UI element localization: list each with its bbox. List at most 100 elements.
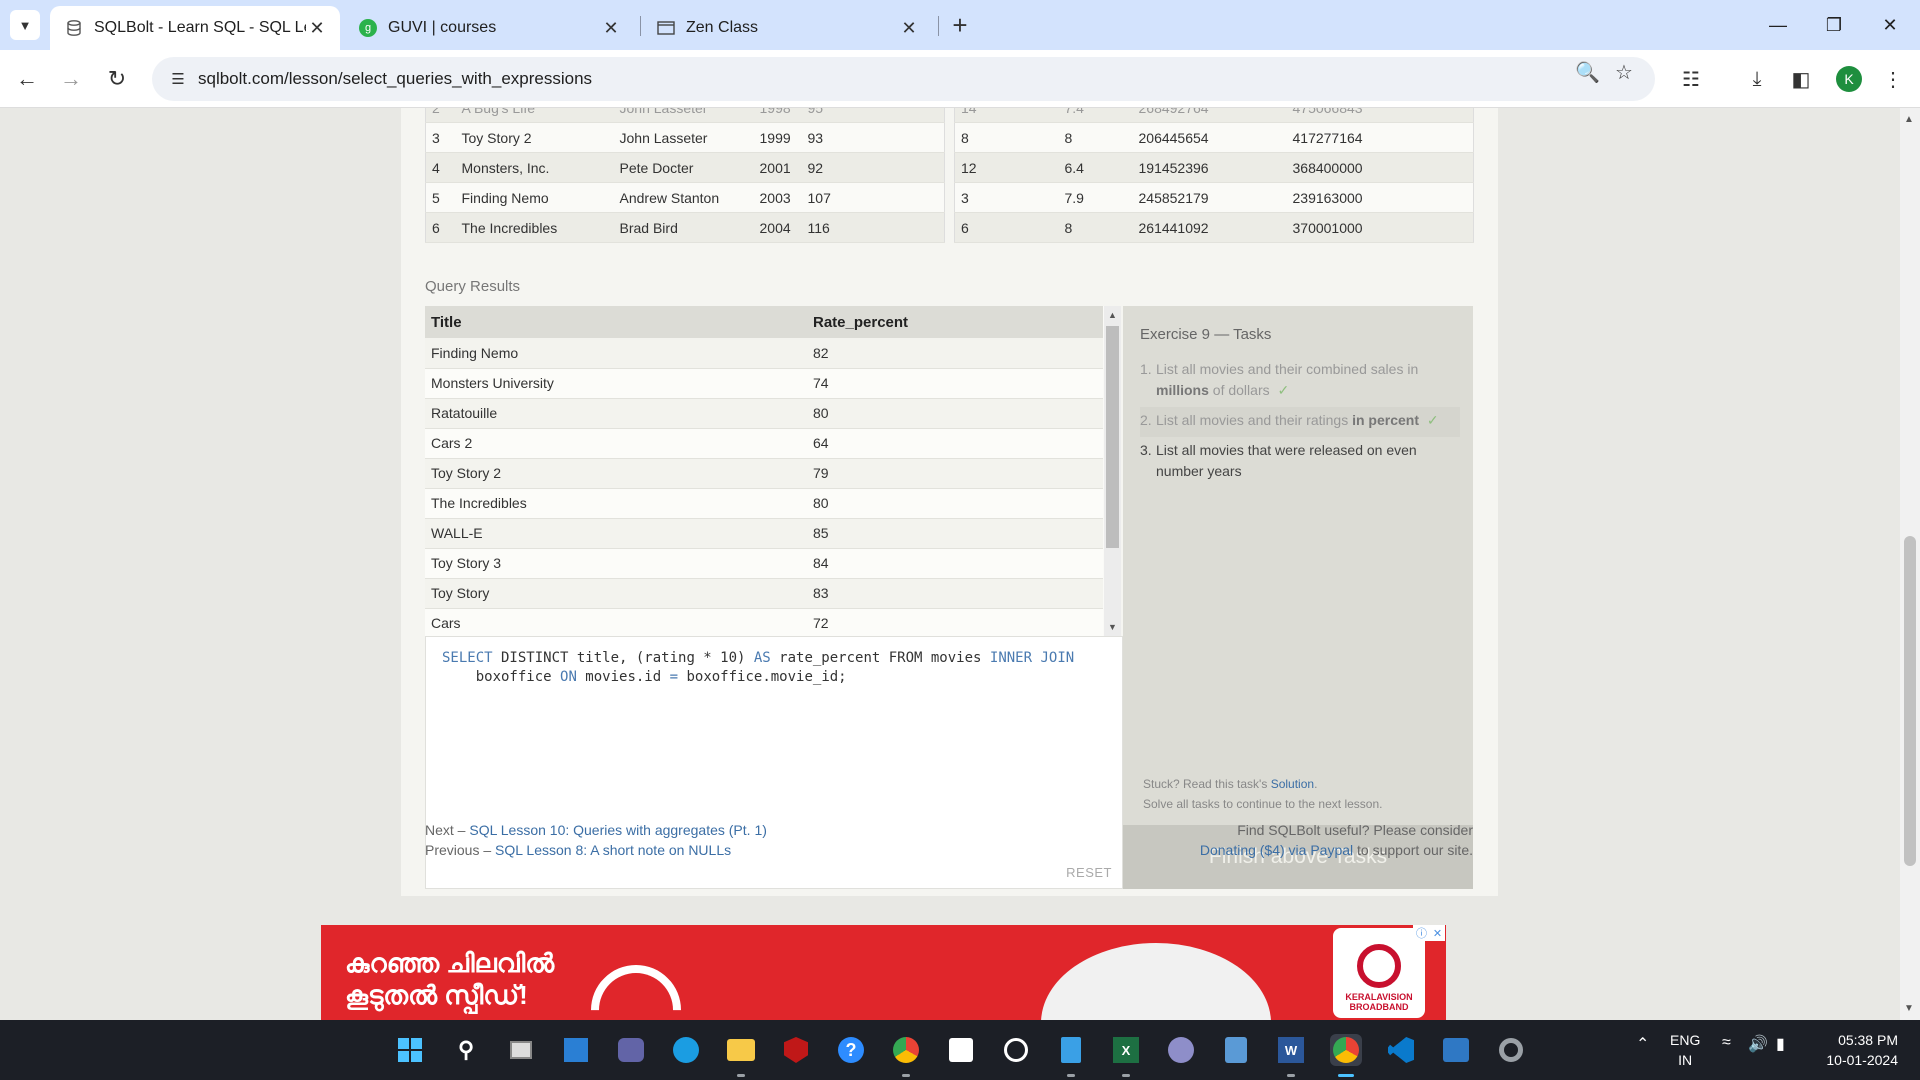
- tab-separator: [640, 16, 641, 36]
- word-icon[interactable]: W: [1275, 1034, 1307, 1066]
- table-cell: 80: [807, 488, 1103, 519]
- task-list: 1. List all movies and their combined sal…: [1140, 356, 1460, 488]
- info-icon[interactable]: ⓘ: [1416, 925, 1427, 941]
- download-icon[interactable]: ⤓: [1742, 64, 1772, 94]
- excel-icon[interactable]: X: [1110, 1034, 1142, 1066]
- back-button[interactable]: ←: [12, 64, 42, 94]
- next-lesson-link[interactable]: SQL Lesson 10: Queries with aggregates (…: [469, 822, 767, 838]
- scroll-up-icon[interactable]: ▲: [1108, 310, 1117, 320]
- address-bar[interactable]: ☰ sqlbolt.com/lesson/select_queries_with…: [152, 57, 1655, 101]
- stuck-text: Stuck? Read this task's: [1143, 777, 1271, 791]
- table-cell: 80: [807, 398, 1103, 429]
- table-cell: 261441092: [1132, 212, 1287, 243]
- site-settings-icon[interactable]: ☰: [158, 70, 198, 88]
- chrome-icon[interactable]: [1330, 1034, 1362, 1066]
- zoom-icon[interactable]: 🔍: [1575, 60, 1600, 85]
- app-icon[interactable]: [1000, 1034, 1032, 1066]
- previous-lesson-link[interactable]: SQL Lesson 8: A short note on NULLs: [495, 842, 731, 858]
- file-explorer-icon[interactable]: [725, 1034, 757, 1066]
- volume-icon[interactable]: 🔊: [1748, 1034, 1768, 1054]
- restore-button[interactable]: ❐: [1806, 8, 1862, 42]
- table-cell: The Incredibles: [455, 212, 614, 243]
- page-scrollbar[interactable]: ▲ ▼: [1900, 108, 1920, 1020]
- forward-button[interactable]: →: [56, 64, 86, 94]
- side-panel-icon[interactable]: ◧: [1786, 64, 1816, 94]
- menu-kebab-icon[interactable]: ⋮: [1878, 64, 1908, 94]
- active-indicator: [1338, 1074, 1354, 1077]
- search-icon[interactable]: ⚲: [450, 1034, 482, 1066]
- chrome-profile-icon[interactable]: [890, 1034, 922, 1066]
- table-cell: 6: [954, 212, 1059, 243]
- table-cell: John Lasseter: [613, 108, 754, 123]
- scroll-down-icon[interactable]: ▼: [1108, 622, 1117, 632]
- close-tab-icon[interactable]: ✕: [898, 18, 920, 39]
- scrollbar-thumb[interactable]: [1904, 536, 1916, 866]
- table-cell: 85: [807, 518, 1103, 549]
- donate-link[interactable]: Donating ($4) via Paypal: [1200, 842, 1353, 858]
- table-cell: 7.4: [1058, 108, 1133, 123]
- minimize-button[interactable]: —: [1750, 8, 1806, 42]
- battery-icon[interactable]: ▮: [1776, 1034, 1785, 1054]
- new-tab-button[interactable]: +: [946, 12, 974, 38]
- language-indicator[interactable]: ENG IN: [1670, 1030, 1700, 1070]
- mcafee-icon[interactable]: [780, 1034, 812, 1066]
- settings-gear-icon[interactable]: [1495, 1034, 1527, 1066]
- tab-guvi[interactable]: g GUVI | courses ✕: [344, 6, 634, 50]
- tab-zen-class[interactable]: Zen Class ✕: [642, 6, 932, 50]
- ad-photo: [1041, 943, 1271, 1020]
- notepad-icon[interactable]: [1055, 1034, 1087, 1066]
- windows-start-icon[interactable]: [394, 1034, 426, 1066]
- table-cell: 3: [954, 182, 1059, 213]
- wifi-tray-icon[interactable]: ≈: [1722, 1034, 1731, 1052]
- reload-button[interactable]: ↻: [102, 64, 132, 94]
- files-icon[interactable]: [1220, 1034, 1252, 1066]
- url-text[interactable]: sqlbolt.com/lesson/select_queries_with_e…: [198, 69, 592, 89]
- extensions-icon[interactable]: ☷: [1676, 64, 1706, 94]
- solution-link[interactable]: Solution: [1271, 777, 1314, 791]
- close-tab-icon[interactable]: ✕: [600, 18, 622, 39]
- vpn-icon[interactable]: [1165, 1034, 1197, 1066]
- close-window-button[interactable]: ✕: [1862, 8, 1918, 42]
- tab-sqlbolt[interactable]: SQLBolt - Learn SQL - SQL Less ✕: [50, 6, 340, 50]
- vscode-icon[interactable]: [1385, 1034, 1417, 1066]
- chevron-up-icon[interactable]: ⌃: [1636, 1034, 1649, 1054]
- guvi-logo-icon: g: [358, 18, 378, 38]
- clock[interactable]: 05:38 PM 10-01-2024: [1818, 1030, 1898, 1070]
- help-icon[interactable]: ?: [835, 1034, 867, 1066]
- table-cell: 3: [425, 122, 456, 153]
- table-cell: 72: [807, 608, 1103, 636]
- teams-icon[interactable]: [615, 1034, 647, 1066]
- tasks-title: Exercise 9 — Tasks: [1140, 326, 1272, 343]
- ad-choices[interactable]: ⓘ ✕: [1413, 925, 1445, 941]
- chevron-down-icon: ▼: [18, 17, 32, 33]
- table-cell: Monsters University: [425, 368, 807, 399]
- task-view-icon[interactable]: [505, 1034, 537, 1066]
- table-row: 2 A Bug's Life John Lasseter 1998 95: [425, 108, 945, 123]
- running-indicator: [1122, 1074, 1130, 1077]
- task-item: 3. List all movies that were released on …: [1140, 442, 1417, 479]
- tab-search-button[interactable]: ▼: [10, 10, 40, 40]
- table-row: 5 Finding Nemo Andrew Stanton 2003 107: [425, 182, 945, 213]
- tab-title: SQLBolt - Learn SQL - SQL Less: [94, 19, 306, 36]
- task-item: 2. List all movies and their ratings in p…: [1140, 407, 1460, 437]
- scroll-up-icon[interactable]: ▲: [1904, 114, 1914, 125]
- widgets-icon[interactable]: [560, 1034, 592, 1066]
- close-tab-icon[interactable]: ✕: [306, 18, 328, 39]
- sql-query-text[interactable]: SELECT DISTINCT title, (rating * 10) AS …: [426, 637, 1122, 699]
- stuck-suffix: .: [1314, 777, 1318, 791]
- advertisement-banner[interactable]: കുറഞ്ഞ ചിലവിൽ കൂടുതൽ സ്പീഡ്! KERALAVISIO…: [321, 925, 1446, 1020]
- query-results-table[interactable]: Title Rate_percent Finding Nemo 82 Monste…: [425, 306, 1104, 636]
- results-scrollbar[interactable]: ▲ ▼: [1104, 306, 1121, 636]
- table-cell: Toy Story 2: [425, 458, 807, 489]
- scrollbar-thumb[interactable]: [1106, 326, 1119, 548]
- bookmark-star-icon[interactable]: ☆: [1615, 60, 1633, 85]
- table-cell: 95: [801, 108, 945, 123]
- close-ad-icon[interactable]: ✕: [1433, 927, 1442, 940]
- reset-button[interactable]: RESET: [1066, 865, 1112, 880]
- photos-icon[interactable]: [1440, 1034, 1472, 1066]
- profile-avatar[interactable]: K: [1836, 66, 1862, 92]
- scroll-down-icon[interactable]: ▼: [1904, 1003, 1914, 1014]
- donate-note: Find SQLBolt useful? Please consider Don…: [1100, 820, 1473, 860]
- microsoft-store-icon[interactable]: [945, 1034, 977, 1066]
- edge-icon[interactable]: [670, 1034, 702, 1066]
